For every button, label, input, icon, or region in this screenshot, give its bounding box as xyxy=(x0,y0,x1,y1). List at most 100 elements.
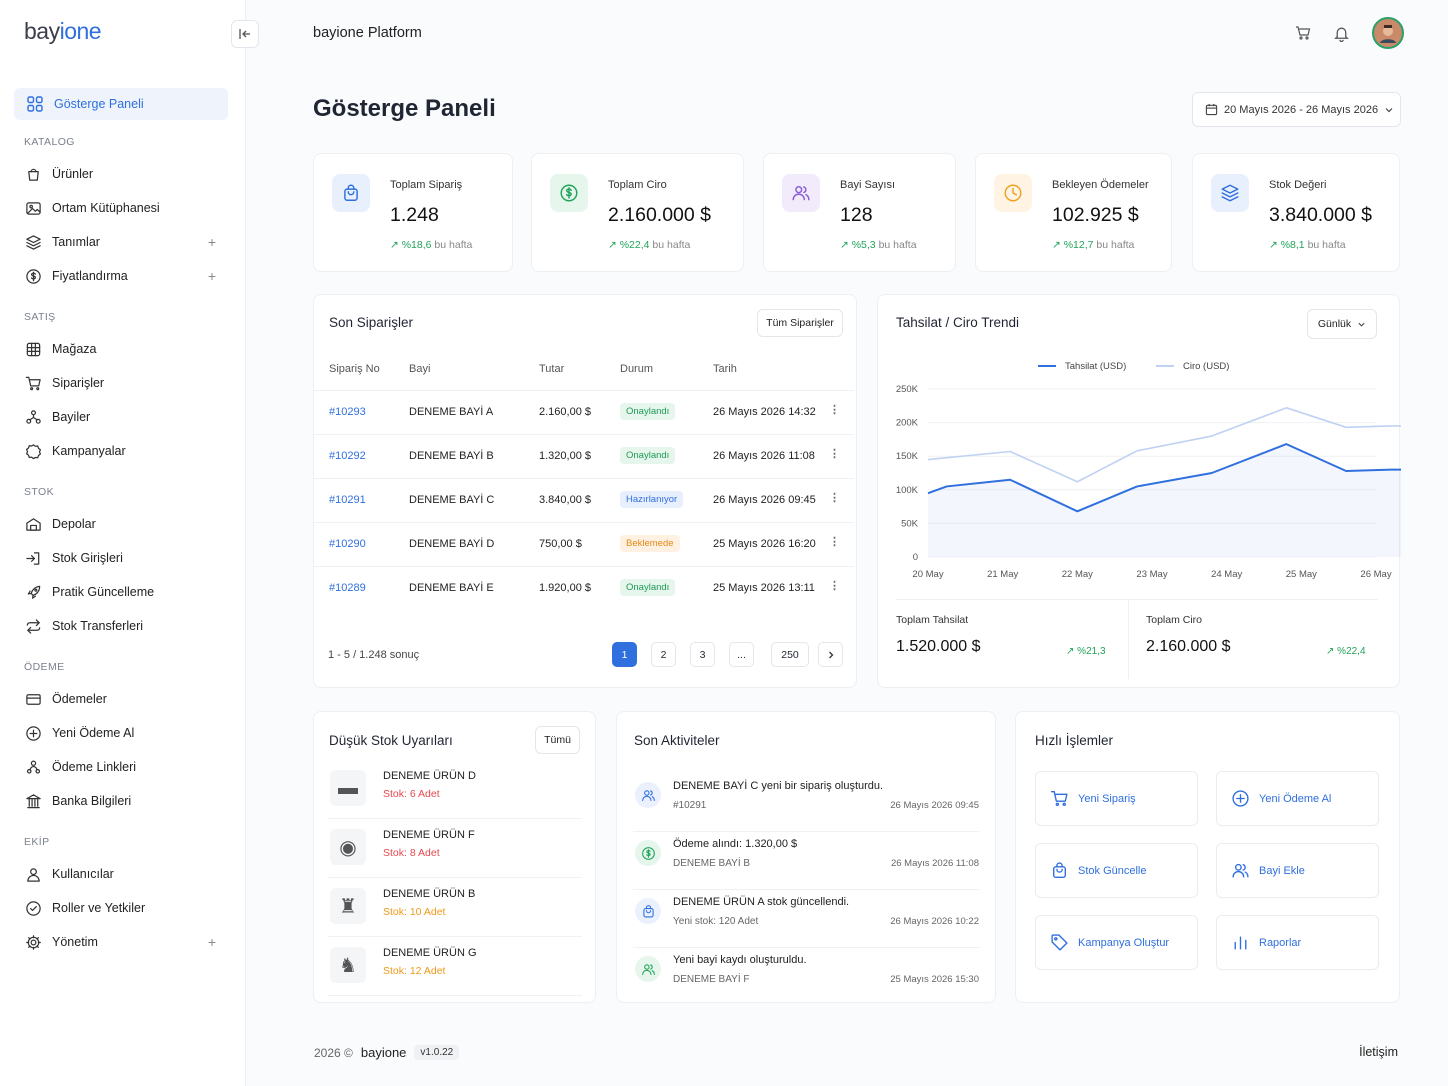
sidebar-item-label: Yönetim xyxy=(52,935,98,949)
sidebar-item[interactable]: Siparişler xyxy=(14,366,228,400)
trend-line-chart: Tahsilat (USD) Ciro (USD) 0 50K 100K 150K 200K… xyxy=(896,361,1401,580)
quick-action-button[interactable]: Bayi Ekle xyxy=(1216,843,1379,898)
sidebar-item[interactable]: Ödeme Linkleri xyxy=(14,750,228,784)
activity-title: Yeni bayi kaydı oluşturuldu. xyxy=(673,954,807,966)
page-button[interactable]: 250 xyxy=(771,642,809,667)
stat-card[interactable]: Bekleyen Ödemeler 102.925 $ ↗ %12,7 bu haf… xyxy=(975,153,1172,272)
order-amount: 750,00 $ xyxy=(539,538,582,550)
list-item[interactable]: ▬ DENEME ÜRÜN D Stok: 6 Adet xyxy=(328,760,582,819)
order-number-link[interactable]: #10289 xyxy=(329,582,366,594)
quick-action-button[interactable]: Kampanya Oluştur xyxy=(1035,915,1198,970)
quick-action-button[interactable]: Yeni Sipariş xyxy=(1035,771,1198,826)
sidebar-item[interactable]: Kullanıcılar xyxy=(14,857,228,891)
more-actions-icon[interactable]: ⋮ xyxy=(829,447,840,460)
table-row[interactable]: #10290 DENEME BAYİ D 750,00 $ Beklemede 25 M… xyxy=(314,522,854,566)
stat-card[interactable]: Toplam Sipariş 1.248 ↗ %18,6 bu hafta xyxy=(313,153,513,272)
more-actions-icon[interactable]: ⋮ xyxy=(829,403,840,416)
more-actions-icon[interactable]: ⋮ xyxy=(829,491,840,504)
sidebar-item[interactable]: Fiyatlandırma + xyxy=(14,259,228,293)
sidebar-item[interactable]: Ortam Kütüphanesi xyxy=(14,191,228,225)
more-actions-icon[interactable]: ⋮ xyxy=(829,535,840,548)
quick-actions-card: Hızlı İşlemler Yeni Sipariş Yeni Ödeme Al… xyxy=(1015,711,1400,1003)
sidebar-item[interactable]: Roller ve Yetkiler xyxy=(14,891,228,925)
expand-plus-icon[interactable]: + xyxy=(208,268,216,284)
sidebar-item[interactable]: Tanımlar + xyxy=(14,225,228,259)
sidebar-item[interactable]: Kampanyalar xyxy=(14,434,228,468)
pagination-summary: 1 - 5 / 1.248 sonuç xyxy=(328,649,420,661)
all-orders-button[interactable]: Tüm Siparişler xyxy=(757,309,843,337)
page-button[interactable]: 1 xyxy=(612,642,637,667)
period-select[interactable]: Günlük xyxy=(1307,309,1377,339)
activities-title: Son Aktiviteler xyxy=(634,733,720,748)
page-button[interactable]: 2 xyxy=(651,642,676,667)
sidebar-item-label: Stok Transferleri xyxy=(52,619,144,633)
table-row[interactable]: #10289 DENEME BAYİ E 1.920,00 $ Onaylandı 25… xyxy=(314,566,854,610)
sidebar-item[interactable]: Yeni Ödeme Al xyxy=(14,716,228,750)
stat-delta-suffix: bu hafta xyxy=(878,239,917,251)
stat-delta-suffix: bu hafta xyxy=(652,239,691,251)
date-range-picker[interactable]: 20 Mayıs 2026 - 26 Mayıs 2026 xyxy=(1192,92,1401,127)
dollar-circle-icon xyxy=(550,174,588,212)
order-number-link[interactable]: #10291 xyxy=(329,494,366,506)
quick-action-button[interactable]: Yeni Ödeme Al xyxy=(1216,771,1379,826)
order-number-link[interactable]: #10292 xyxy=(329,450,366,462)
stat-card[interactable]: Bayi Sayısı 128 ↗ %5,3 bu hafta xyxy=(763,153,956,272)
contact-link[interactable]: İletişim xyxy=(1359,1045,1398,1059)
next-page-button[interactable] xyxy=(818,642,843,667)
sidebar-item-label: Ödeme Linkleri xyxy=(52,760,137,774)
status-badge: Beklemede xyxy=(620,535,680,552)
sidebar-item[interactable]: Banka Bilgileri xyxy=(14,784,228,818)
cart-icon[interactable] xyxy=(1295,25,1311,41)
sidebar-item[interactable]: Ürünler xyxy=(14,157,228,191)
quick-action-button[interactable]: Raporlar xyxy=(1216,915,1379,970)
sidebar-item[interactable]: Pratik Güncelleme xyxy=(14,575,228,609)
stat-card[interactable]: Stok Değeri 3.840.000 $ ↗ %8,1 bu hafta xyxy=(1192,153,1400,272)
quick-action-button[interactable]: Stok Güncelle xyxy=(1035,843,1198,898)
sidebar-item[interactable]: Mağaza xyxy=(14,332,228,366)
product-name: DENEME ÜRÜN G xyxy=(383,947,477,959)
sidebar-item-label: Banka Bilgileri xyxy=(52,794,132,808)
table-row[interactable]: #10291 DENEME BAYİ C 3.840,00 $ Hazırlanıyo… xyxy=(314,478,854,522)
activity-item: DENEME BAYİ C yeni bir sipariş oluşturdu… xyxy=(633,774,979,832)
stat-label: Bekleyen Ödemeler xyxy=(1052,179,1149,191)
expand-plus-icon[interactable]: + xyxy=(208,234,216,250)
collapse-sidebar-button[interactable] xyxy=(231,20,259,48)
sidebar-item[interactable]: Depolar xyxy=(14,507,228,541)
sidebar-section-title: EKİP xyxy=(24,836,50,848)
bell-icon[interactable] xyxy=(1333,25,1350,42)
more-actions-icon[interactable]: ⋮ xyxy=(829,579,840,592)
stat-label: Stok Değeri xyxy=(1269,179,1327,191)
stat-delta-value: %5,3 xyxy=(851,239,876,251)
activity-time: 26 Mayıs 2026 09:45 xyxy=(890,800,979,811)
sidebar-item[interactable]: Yönetim + xyxy=(14,925,228,959)
sidebar-item[interactable]: Stok Girişleri xyxy=(14,541,228,575)
column-header-date: Tarih xyxy=(713,363,737,375)
sidebar-item[interactable]: Ödemeler xyxy=(14,682,228,716)
logo[interactable]: bayione xyxy=(24,18,102,45)
avatar[interactable] xyxy=(1372,17,1404,49)
activity-time: 25 Mayıs 2026 15:30 xyxy=(890,974,979,985)
activity-subtitle: #10291 xyxy=(673,800,707,811)
cart-icon xyxy=(1050,789,1069,808)
total-revenue-delta-value: %22,4 xyxy=(1337,646,1366,657)
legend-label: Ciro (USD) xyxy=(1183,361,1229,372)
page-button[interactable]: 3 xyxy=(690,642,715,667)
product-thumbnail: ♜ xyxy=(330,888,366,924)
sidebar-item[interactable]: Bayiler xyxy=(14,400,228,434)
quick-action-label: Bayi Ekle xyxy=(1259,864,1305,877)
expand-plus-icon[interactable]: + xyxy=(208,934,216,950)
table-row[interactable]: #10293 DENEME BAYİ A 2.160,00 $ Onaylandı 26… xyxy=(314,390,854,434)
list-item[interactable]: ♜ DENEME ÜRÜN B Stok: 10 Adet xyxy=(328,878,582,937)
order-number-link[interactable]: #10293 xyxy=(329,406,366,418)
list-item[interactable]: ◉ DENEME ÜRÜN F Stok: 8 Adet xyxy=(328,819,582,878)
quick-action-label: Stok Güncelle xyxy=(1078,864,1147,877)
layers-icon xyxy=(24,233,42,251)
sidebar-item-dashboard[interactable]: Gösterge Paneli xyxy=(14,88,228,120)
stat-card[interactable]: Toplam Ciro 2.160.000 $ ↗ %22,4 bu hafta xyxy=(531,153,744,272)
sidebar-item[interactable]: Stok Transferleri xyxy=(14,609,228,643)
page-button[interactable]: ... xyxy=(729,642,754,667)
order-number-link[interactable]: #10290 xyxy=(329,538,366,550)
table-row[interactable]: #10292 DENEME BAYİ B 1.320,00 $ Onaylandı 26… xyxy=(314,434,854,478)
low-stock-all-button[interactable]: Tümü xyxy=(535,726,580,754)
list-item[interactable]: ♞ DENEME ÜRÜN G Stok: 12 Adet xyxy=(328,937,582,996)
